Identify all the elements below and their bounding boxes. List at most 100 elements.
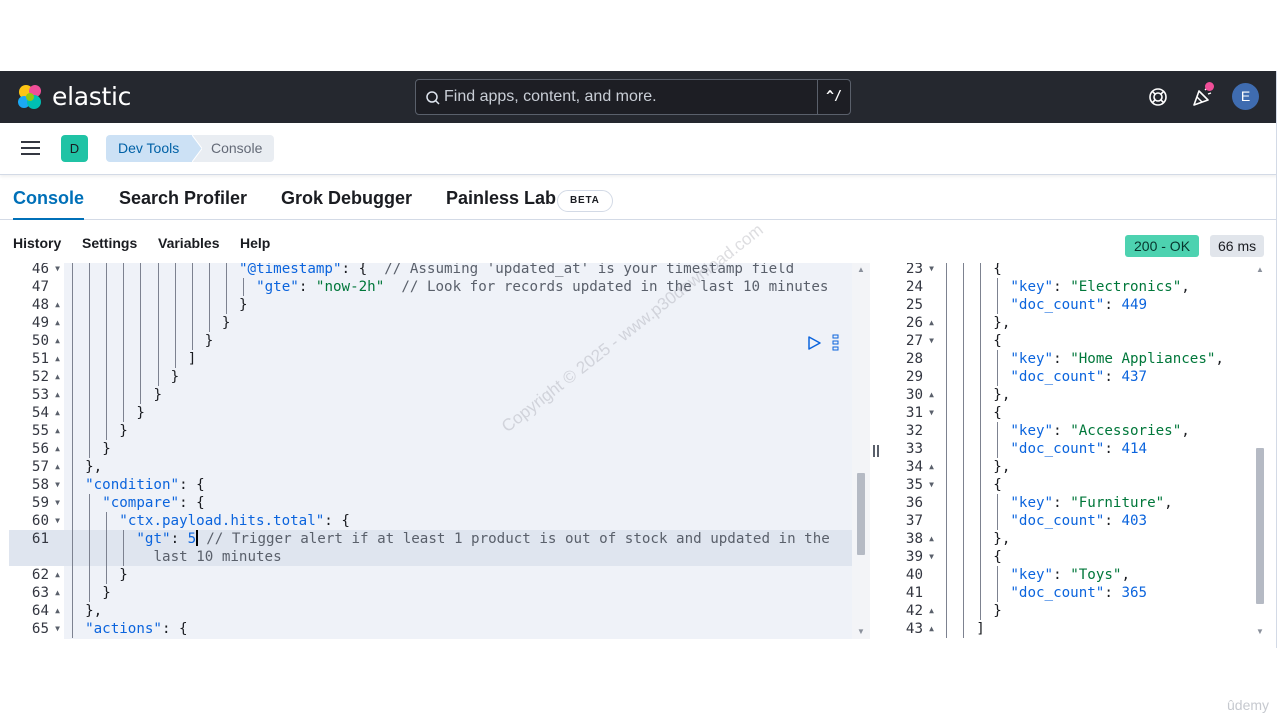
fold-caret-up-icon[interactable]: ▲: [929, 602, 934, 620]
request-scrollbar[interactable]: ▲ ▼: [852, 263, 870, 639]
fold-caret-up-icon[interactable]: ▲: [55, 440, 60, 458]
fold-caret-up-icon[interactable]: ▲: [929, 530, 934, 548]
space-avatar[interactable]: D: [61, 135, 88, 162]
tab-painless-lab[interactable]: Painless Lab: [446, 184, 556, 220]
fold-caret-down-icon[interactable]: ▼: [929, 332, 934, 350]
fold-caret-up-icon[interactable]: ▲: [55, 350, 60, 368]
scroll-up-arrow-icon[interactable]: ▲: [852, 265, 870, 274]
response-viewer[interactable]: {"key": "Electronics", "doc_count": 449},…: [938, 263, 1251, 639]
fold-caret-up-icon[interactable]: ▲: [55, 422, 60, 440]
request-code-line[interactable]: }: [64, 440, 852, 458]
response-code-line[interactable]: "doc_count": 414: [938, 440, 1251, 458]
response-code-line[interactable]: "key": "Home Appliances",: [938, 350, 1251, 368]
fold-caret-up-icon[interactable]: ▲: [55, 386, 60, 404]
response-code-line[interactable]: {: [938, 263, 1251, 278]
fold-caret-down-icon[interactable]: ▼: [929, 548, 934, 566]
fold-caret-up-icon[interactable]: ▲: [929, 458, 934, 476]
tab-grok-debugger[interactable]: Grok Debugger: [281, 184, 412, 220]
fold-caret-down-icon[interactable]: ▼: [55, 620, 60, 638]
request-code-line[interactable]: "ctx.payload.hits.total": {: [64, 512, 852, 530]
response-code-line[interactable]: "doc_count": 449: [938, 296, 1251, 314]
request-code-line[interactable]: "gt": 5 // Trigger alert if at least 1 p…: [64, 530, 852, 566]
response-code-line[interactable]: {: [938, 332, 1251, 350]
request-code-line[interactable]: }: [64, 296, 852, 314]
response-code-line[interactable]: {: [938, 548, 1251, 566]
fold-caret-up-icon[interactable]: ▲: [929, 386, 934, 404]
scrollbar-thumb[interactable]: [857, 473, 865, 555]
request-code-line[interactable]: }: [64, 368, 852, 386]
fold-caret-up-icon[interactable]: ▲: [55, 458, 60, 476]
help-icon[interactable]: [1146, 85, 1170, 109]
response-code-line[interactable]: },: [938, 386, 1251, 404]
request-code-line[interactable]: "@timestamp": { // Assuming 'updated_at'…: [64, 263, 852, 278]
breadcrumb-dev-tools[interactable]: Dev Tools: [106, 135, 198, 162]
fold-caret-down-icon[interactable]: ▼: [929, 476, 934, 494]
scroll-down-arrow-icon[interactable]: ▼: [852, 627, 870, 636]
request-code-line[interactable]: }: [64, 386, 852, 404]
fold-caret-down-icon[interactable]: ▼: [929, 263, 934, 278]
fold-caret-up-icon[interactable]: ▲: [929, 620, 934, 638]
response-code-line[interactable]: "doc_count": 403: [938, 512, 1251, 530]
response-scrollbar[interactable]: ▲ ▼: [1251, 263, 1270, 639]
request-code-line[interactable]: },: [64, 602, 852, 620]
response-code-line[interactable]: "key": "Accessories",: [938, 422, 1251, 440]
fold-caret-up-icon[interactable]: ▲: [55, 566, 60, 584]
fold-caret-up-icon[interactable]: ▲: [55, 314, 60, 332]
scrollbar-thumb[interactable]: [1256, 448, 1264, 604]
scroll-up-arrow-icon[interactable]: ▲: [1251, 265, 1269, 274]
play-icon[interactable]: [806, 335, 822, 351]
request-code-line[interactable]: },: [64, 458, 852, 476]
response-code-line[interactable]: ]: [938, 620, 1251, 638]
request-code-line[interactable]: "condition": {: [64, 476, 852, 494]
variables-link[interactable]: Variables: [158, 235, 220, 251]
response-code-line[interactable]: {: [938, 404, 1251, 422]
request-code-line[interactable]: }: [64, 314, 852, 332]
pane-resize-handle[interactable]: [870, 263, 883, 639]
request-code-line[interactable]: ]: [64, 350, 852, 368]
fold-caret-down-icon[interactable]: ▼: [55, 263, 60, 278]
fold-caret-down-icon[interactable]: ▼: [929, 404, 934, 422]
fold-caret-down-icon[interactable]: ▼: [55, 494, 60, 512]
settings-link[interactable]: Settings: [82, 235, 137, 251]
response-code-line[interactable]: },: [938, 314, 1251, 332]
global-search[interactable]: ^/: [415, 79, 851, 115]
request-code-line[interactable]: "actions": {: [64, 620, 852, 638]
fold-caret-up-icon[interactable]: ▲: [55, 602, 60, 620]
tab-console[interactable]: Console: [13, 184, 85, 220]
response-code-line[interactable]: "doc_count": 365: [938, 584, 1251, 602]
response-code-line[interactable]: "key": "Furniture",: [938, 494, 1251, 512]
more-actions-icon[interactable]: [832, 334, 840, 352]
response-code-line[interactable]: "key": "Toys",: [938, 566, 1251, 584]
response-code-line[interactable]: }: [938, 602, 1251, 620]
request-code-line[interactable]: "gte": "now-2h" // Look for records upda…: [64, 278, 852, 296]
fold-caret-up-icon[interactable]: ▲: [55, 404, 60, 422]
request-code-line[interactable]: }: [64, 422, 852, 440]
request-code-line[interactable]: "compare": {: [64, 494, 852, 512]
fold-caret-up-icon[interactable]: ▲: [55, 332, 60, 350]
request-editor[interactable]: "@timestamp": { // Assuming 'updated_at'…: [64, 263, 852, 639]
fold-caret-up-icon[interactable]: ▲: [55, 296, 60, 314]
scroll-down-arrow-icon[interactable]: ▼: [1251, 627, 1269, 636]
request-code-line[interactable]: }: [64, 566, 852, 584]
fold-caret-up-icon[interactable]: ▲: [55, 584, 60, 602]
fold-caret-down-icon[interactable]: ▼: [55, 512, 60, 530]
search-input[interactable]: [444, 80, 816, 114]
response-code-line[interactable]: {: [938, 476, 1251, 494]
request-code-line[interactable]: }: [64, 404, 852, 422]
response-code-line[interactable]: },: [938, 530, 1251, 548]
fold-caret-up-icon[interactable]: ▲: [929, 314, 934, 332]
response-code-line[interactable]: "key": "Electronics",: [938, 278, 1251, 296]
hamburger-menu-icon[interactable]: [21, 140, 40, 156]
response-code-line[interactable]: "doc_count": 437: [938, 368, 1251, 386]
brand-name[interactable]: elastic: [52, 82, 131, 111]
elastic-logo-icon[interactable]: [16, 83, 44, 111]
fold-caret-down-icon[interactable]: ▼: [55, 476, 60, 494]
response-code-line[interactable]: },: [938, 458, 1251, 476]
history-link[interactable]: History: [13, 235, 61, 251]
help-link[interactable]: Help: [240, 235, 270, 251]
fold-caret-up-icon[interactable]: ▲: [55, 368, 60, 386]
tab-search-profiler[interactable]: Search Profiler: [119, 184, 247, 220]
request-code-line[interactable]: }: [64, 332, 852, 350]
request-code-line[interactable]: }: [64, 584, 852, 602]
user-avatar[interactable]: E: [1232, 83, 1259, 110]
